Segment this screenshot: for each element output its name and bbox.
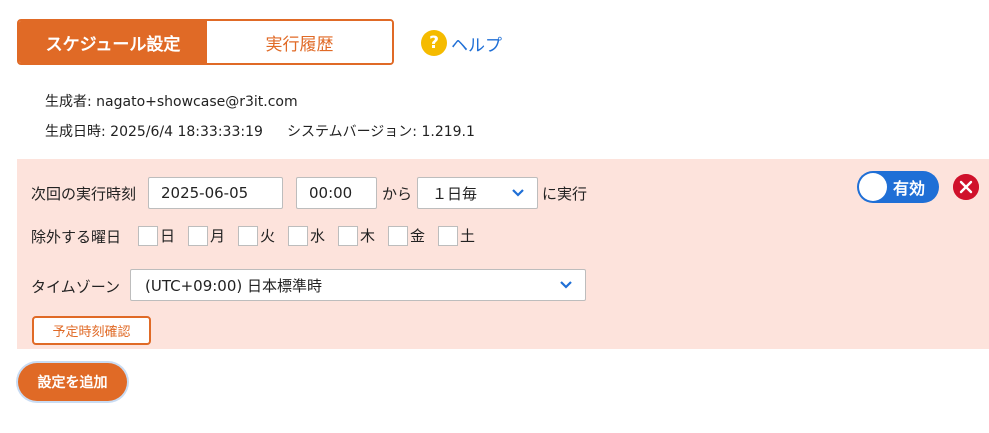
timezone-value: (UTC+09:00) 日本標準時 [145, 276, 323, 295]
next-run-label: 次回の実行時刻 [31, 185, 137, 203]
weekday-label: 月 [210, 227, 226, 245]
question-circle-icon: ? [421, 30, 447, 56]
from-label: から [382, 185, 413, 203]
checkbox-sun[interactable] [138, 225, 158, 246]
weekday-mon: 月 [188, 225, 225, 246]
check-schedule-button[interactable]: 予定時刻確認 [32, 316, 151, 345]
run-label: に実行 [542, 185, 588, 203]
add-setting-button[interactable]: 設定を追加 [18, 363, 127, 401]
timezone-label: タイムゾーン [31, 278, 120, 296]
schedule-panel: 次回の実行時刻 2025-06-05 00:00 から １日毎 に実行 有効 除… [17, 159, 989, 349]
creator-text: 生成者: nagato+showcase@r3it.com [45, 94, 298, 110]
system-version-text: システムバージョン: 1.219.1 [287, 124, 475, 140]
weekday-sun: 日 [138, 225, 175, 246]
close-icon[interactable] [953, 174, 979, 200]
time-input[interactable]: 00:00 [296, 177, 377, 209]
enabled-toggle[interactable]: 有効 [857, 171, 939, 203]
weekday-sat: 土 [438, 225, 475, 246]
weekday-fri: 金 [388, 225, 425, 246]
weekday-label: 水 [310, 227, 326, 245]
weekday-label: 日 [160, 227, 176, 245]
weekday-label: 木 [360, 227, 376, 245]
weekday-label: 金 [410, 227, 426, 245]
timezone-select[interactable]: (UTC+09:00) 日本標準時 [130, 269, 586, 301]
weekday-label: 火 [260, 227, 276, 245]
checkbox-thu[interactable] [338, 225, 358, 246]
tab-schedule-settings[interactable]: スケジュール設定 [19, 21, 207, 63]
checkbox-fri[interactable] [388, 225, 408, 246]
checkbox-wed[interactable] [288, 225, 308, 246]
help-link[interactable]: ? ヘルプ [421, 30, 502, 56]
checkbox-sat[interactable] [438, 225, 458, 246]
tab-execution-history[interactable]: 実行履歴 [207, 21, 392, 63]
date-input[interactable]: 2025-06-05 [148, 177, 283, 209]
chevron-down-icon [560, 281, 572, 289]
weekday-tue: 火 [238, 225, 275, 246]
interval-select[interactable]: １日毎 [417, 177, 538, 209]
weekday-thu: 木 [338, 225, 375, 246]
interval-value: １日毎 [432, 184, 478, 203]
tab-bar: スケジュール設定 実行履歴 [17, 19, 394, 65]
checkbox-tue[interactable] [238, 225, 258, 246]
created-at-text: 生成日時: 2025/6/4 18:33:33:19 [45, 124, 263, 140]
help-label: ヘルプ [451, 35, 502, 56]
weekday-label: 土 [460, 227, 476, 245]
exclude-days-label: 除外する曜日 [31, 228, 122, 246]
checkbox-mon[interactable] [188, 225, 208, 246]
chevron-down-icon [512, 189, 524, 197]
toggle-label: 有効 [893, 179, 926, 198]
toggle-knob [859, 173, 887, 201]
weekday-wed: 水 [288, 225, 325, 246]
